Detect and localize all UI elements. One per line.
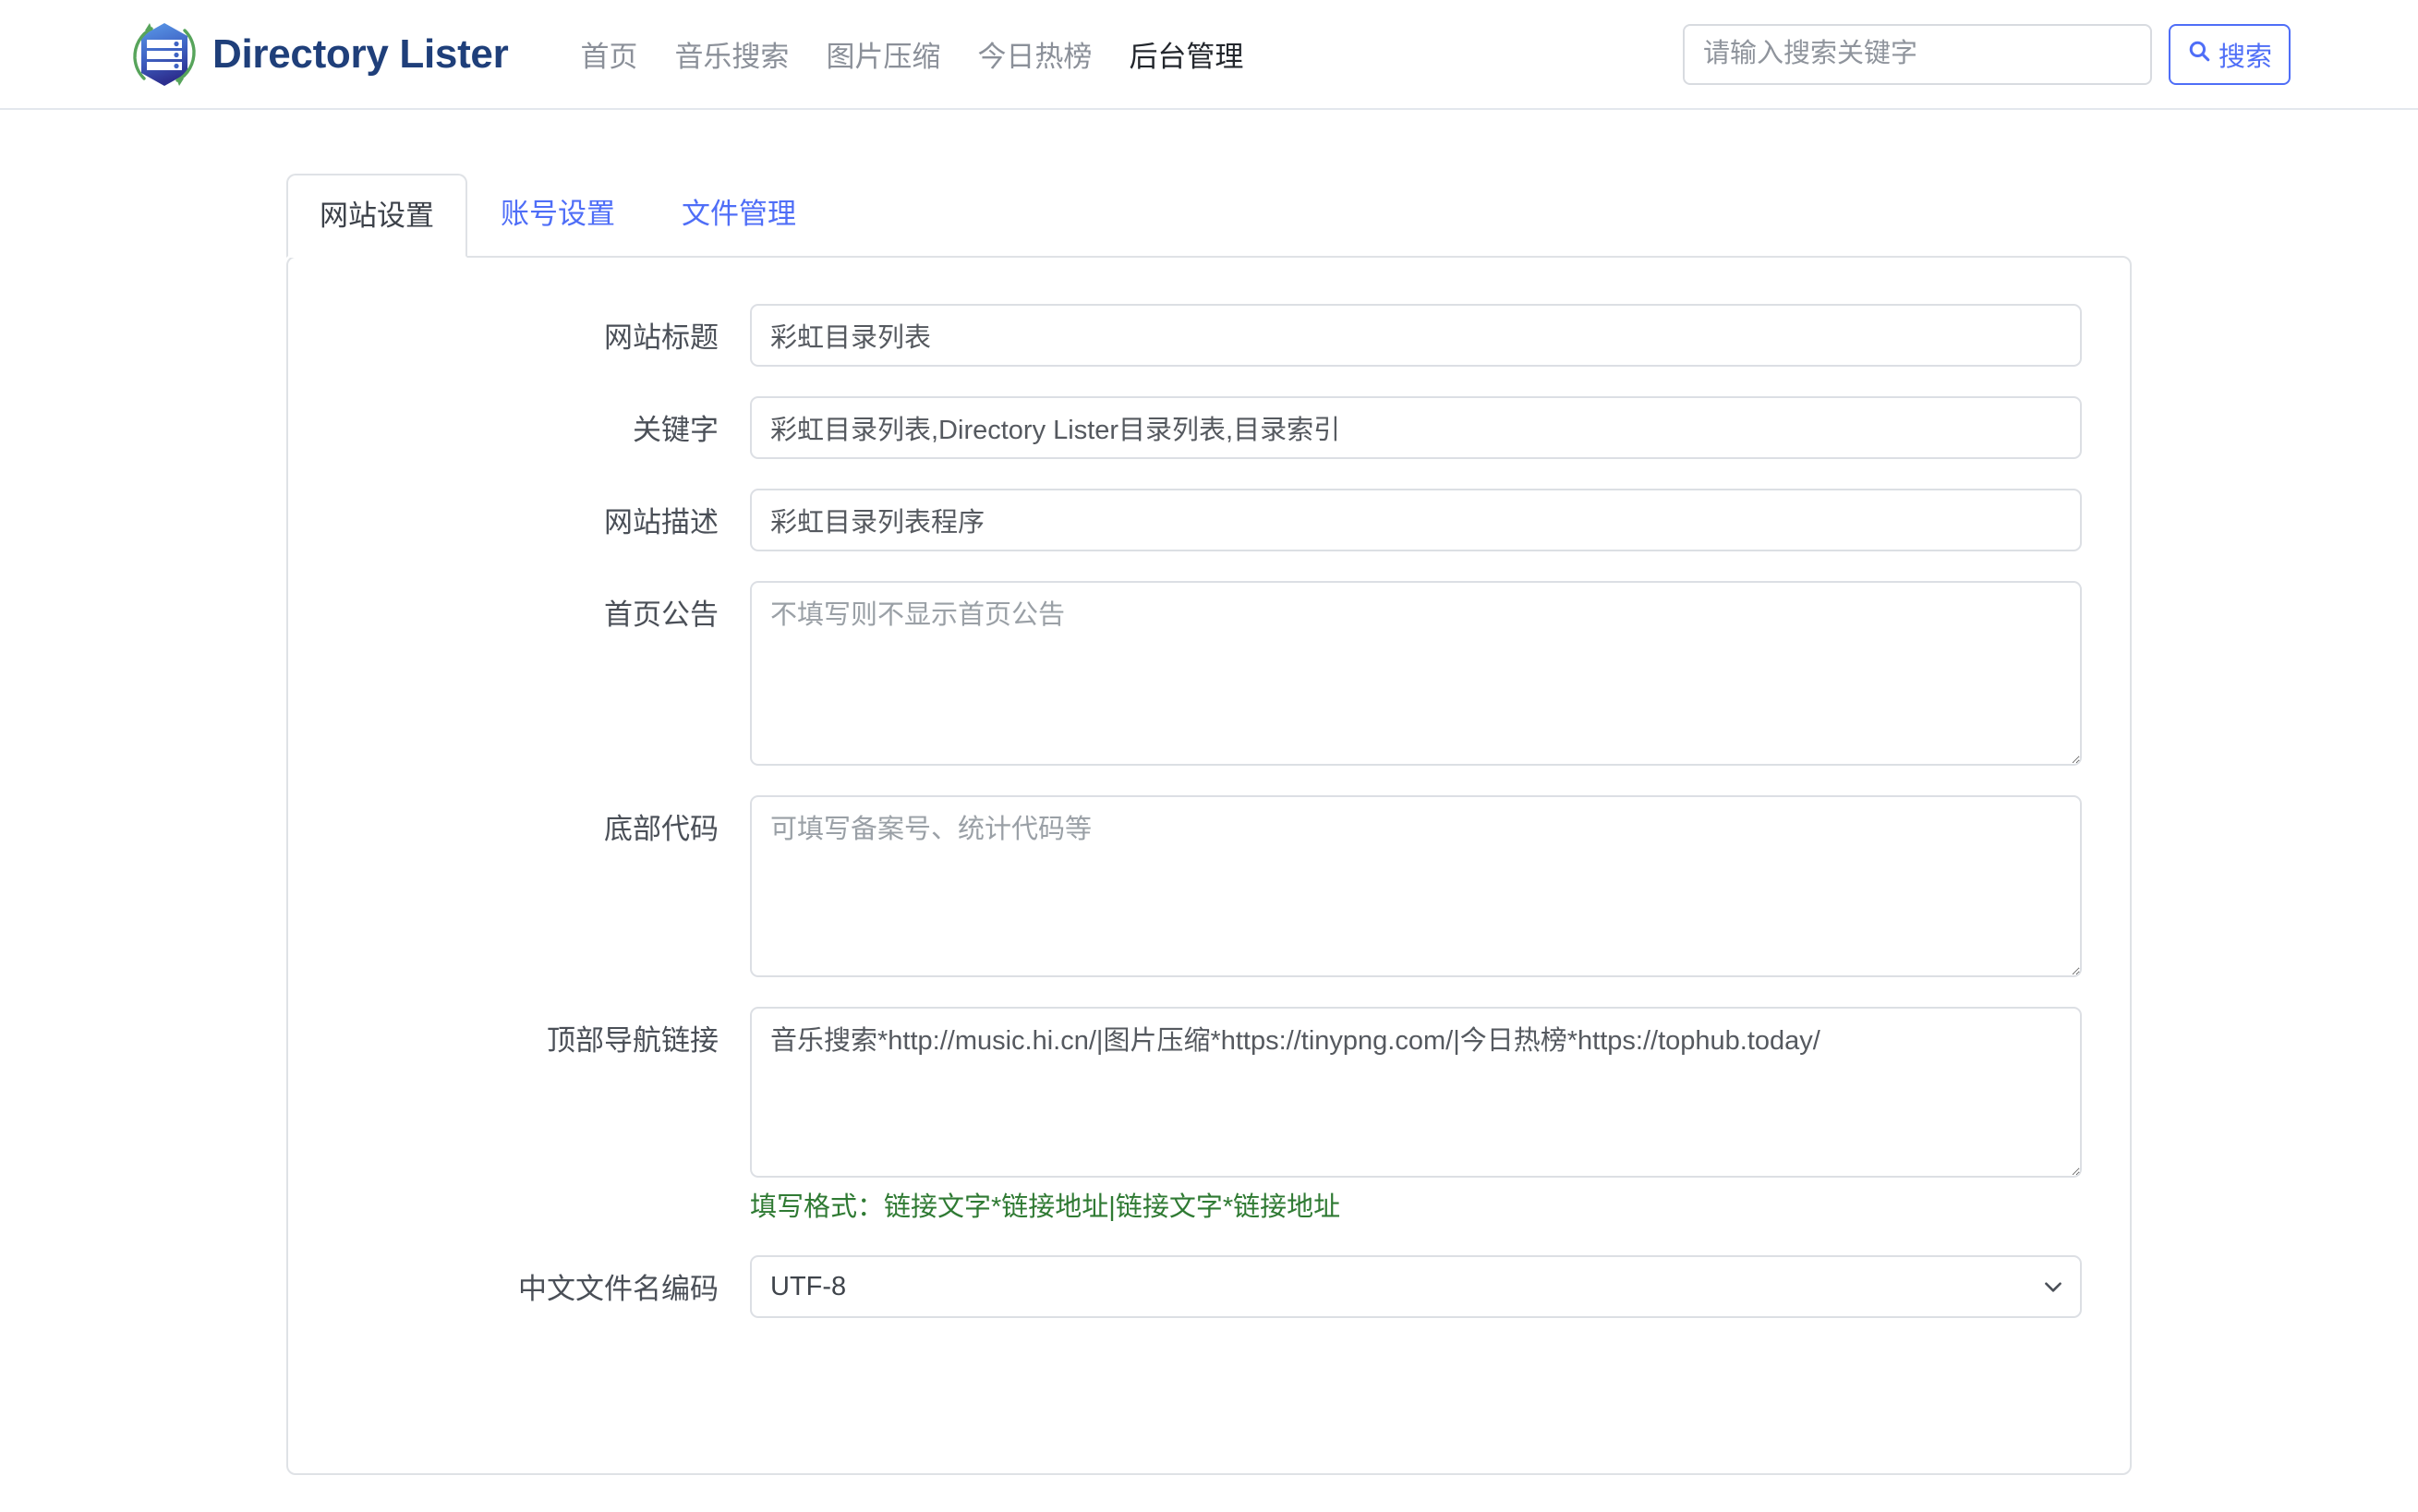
nav-item-image-compress[interactable]: 图片压缩 xyxy=(807,28,959,80)
announcement-textarea[interactable] xyxy=(750,581,2082,766)
form-row-announcement: 首页公告 xyxy=(288,581,2130,766)
form-row-keywords: 关键字 xyxy=(288,396,2130,459)
label-description: 网站描述 xyxy=(604,506,719,538)
form-row-site-title: 网站标题 xyxy=(288,304,2130,367)
filename-encoding-select[interactable]: UTF-8 GBK xyxy=(750,1254,2082,1318)
form-row-top-nav-links: 顶部导航链接 音乐搜索*http://music.hi.cn/|图片压缩*htt… xyxy=(288,1007,2130,1226)
label-site-title: 网站标题 xyxy=(604,321,719,354)
label-footer-code: 底部代码 xyxy=(604,813,719,845)
site-title-input[interactable] xyxy=(750,304,2082,367)
nav-item-home[interactable]: 首页 xyxy=(562,28,656,80)
label-filename-encoding: 中文文件名编码 xyxy=(518,1272,719,1305)
nav-item-admin[interactable]: 后台管理 xyxy=(1110,28,1262,80)
directory-lister-logo-icon xyxy=(129,18,199,91)
header-search: 搜索 xyxy=(1682,23,2291,85)
label-announcement: 首页公告 xyxy=(604,599,719,631)
top-nav-links-hint: 填写格式：链接文字*链接地址|链接文字*链接地址 xyxy=(750,1192,1341,1222)
form-row-description: 网站描述 xyxy=(288,489,2130,551)
label-keywords: 关键字 xyxy=(633,414,719,446)
tab-file-management[interactable]: 文件管理 xyxy=(648,172,829,256)
description-input[interactable] xyxy=(750,489,2082,551)
admin-content: 网站设置 账号设置 文件管理 网站标题 关键字 网站描述 首页公告 xyxy=(0,110,2418,1475)
form-row-filename-encoding: 中文文件名编码 UTF-8 GBK xyxy=(288,1254,2130,1318)
search-button-label: 搜索 xyxy=(2218,42,2272,72)
main-nav: 首页 音乐搜索 图片压缩 今日热榜 后台管理 xyxy=(562,28,1262,80)
footer-code-textarea[interactable] xyxy=(750,795,2082,977)
form-row-footer-code: 底部代码 xyxy=(288,795,2130,977)
tab-account-settings[interactable]: 账号设置 xyxy=(467,172,648,256)
brand-name: Directory Lister xyxy=(212,30,509,77)
settings-tab-bar: 网站设置 账号设置 文件管理 xyxy=(286,162,2132,258)
tab-site-settings[interactable]: 网站设置 xyxy=(286,174,467,258)
search-icon xyxy=(2187,39,2211,70)
top-nav-links-textarea[interactable]: 音乐搜索*http://music.hi.cn/|图片压缩*https://ti… xyxy=(750,1007,2082,1178)
nav-item-today-hot[interactable]: 今日热榜 xyxy=(959,28,1110,80)
site-header: Directory Lister 首页 音乐搜索 图片压缩 今日热榜 后台管理 … xyxy=(0,0,2418,110)
search-button[interactable]: 搜索 xyxy=(2168,23,2291,85)
brand-logo-link[interactable]: Directory Lister xyxy=(129,18,509,91)
site-settings-card: 网站标题 关键字 网站描述 首页公告 底 xyxy=(286,256,2132,1475)
search-input[interactable] xyxy=(1682,23,2152,85)
label-top-nav-links: 顶部导航链接 xyxy=(547,1024,719,1057)
nav-item-music-search[interactable]: 音乐搜索 xyxy=(656,28,807,80)
keywords-input[interactable] xyxy=(750,396,2082,459)
